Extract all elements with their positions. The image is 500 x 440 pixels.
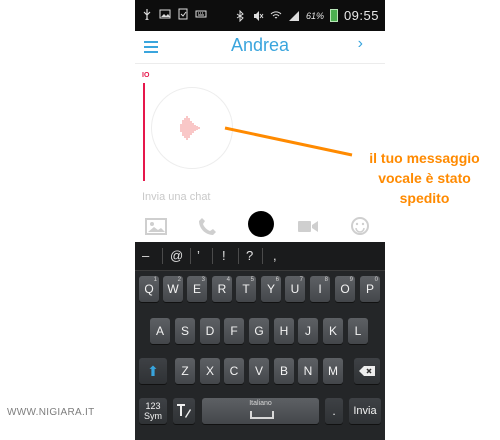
- suggestion-key[interactable]: !: [222, 248, 226, 263]
- status-left-icons: [141, 8, 207, 20]
- video-icon[interactable]: [297, 216, 319, 236]
- suggestion-key[interactable]: ?: [246, 248, 253, 263]
- chat-input[interactable]: Invia una chat: [142, 191, 211, 203]
- keyboard: – @ ’ ! ? , Q1 W2 E3 R4 T5 Y6 U7 I8 O9 P…: [135, 242, 385, 440]
- key[interactable]: E3: [187, 276, 207, 302]
- key[interactable]: Z: [175, 358, 195, 384]
- backspace-icon: [359, 366, 375, 376]
- key[interactable]: C: [224, 358, 244, 384]
- annotation-text: il tuo messaggio vocale è stato spedito: [352, 148, 497, 208]
- bluetooth-icon: [236, 9, 244, 22]
- chat-header: Andrea ›: [135, 31, 385, 64]
- suggestion-key[interactable]: ’: [197, 248, 200, 263]
- image-icon: [159, 9, 171, 19]
- backspace-key[interactable]: [354, 358, 380, 384]
- key[interactable]: Q1: [139, 276, 159, 302]
- symbols-key[interactable]: 123 Sym: [139, 398, 167, 424]
- key[interactable]: T5: [236, 276, 256, 302]
- shift-key[interactable]: ⬆: [139, 358, 167, 384]
- suggestion-key[interactable]: ,: [273, 248, 277, 263]
- key[interactable]: Y6: [261, 276, 281, 302]
- key[interactable]: H: [274, 318, 294, 344]
- mute-icon: [253, 10, 264, 21]
- key[interactable]: D: [200, 318, 220, 344]
- key[interactable]: L: [348, 318, 368, 344]
- send-key[interactable]: Invia: [349, 398, 381, 424]
- phone-icon[interactable]: [197, 216, 219, 236]
- suggestion-bar: – @ ’ ! ? ,: [135, 242, 385, 271]
- handwriting-key[interactable]: [173, 398, 195, 424]
- space-icon: [250, 411, 274, 419]
- site-watermark: WWW.NIGIARA.IT: [7, 407, 95, 418]
- annotation-line-2: vocale è stato: [378, 170, 471, 186]
- key[interactable]: I8: [310, 276, 330, 302]
- key[interactable]: X: [200, 358, 220, 384]
- battery-icon: [329, 9, 338, 22]
- annotation-line-1: il tuo messaggio: [369, 150, 480, 166]
- key[interactable]: R4: [212, 276, 232, 302]
- voice-message-bubble[interactable]: [151, 87, 233, 169]
- wifi-icon: [270, 10, 282, 18]
- status-right-icons: 61% 09:55: [234, 8, 379, 23]
- sender-label: IO: [142, 72, 150, 79]
- sender-bar: [143, 83, 145, 181]
- keyboard-language: Italiano: [249, 400, 272, 407]
- page-title: Andrea: [230, 35, 290, 55]
- space-key[interactable]: Italiano: [202, 398, 319, 424]
- status-bar: 61% 09:55: [135, 0, 385, 31]
- shutter-button[interactable]: [248, 211, 274, 237]
- key[interactable]: J: [298, 318, 318, 344]
- key[interactable]: A: [150, 318, 170, 344]
- text-pen-icon: [177, 404, 191, 418]
- clipboard-icon: [178, 8, 188, 20]
- symbols-key-bottom: Sym: [144, 411, 162, 421]
- waveform-icon: [180, 116, 200, 140]
- battery-percentage: 61%: [305, 10, 324, 21]
- signal-icon: [288, 10, 299, 21]
- key[interactable]: M: [323, 358, 343, 384]
- emoji-icon[interactable]: [349, 216, 371, 236]
- key[interactable]: N: [298, 358, 318, 384]
- key[interactable]: K: [323, 318, 343, 344]
- suggestion-key[interactable]: –: [142, 248, 149, 263]
- key[interactable]: G: [249, 318, 269, 344]
- period-key[interactable]: .: [325, 398, 343, 424]
- keyboard-status-icon: [195, 10, 207, 18]
- key[interactable]: O9: [335, 276, 355, 302]
- symbols-key-top: 123: [145, 401, 161, 411]
- key[interactable]: S: [175, 318, 195, 344]
- key[interactable]: V: [249, 358, 269, 384]
- key[interactable]: U7: [285, 276, 305, 302]
- phone-screen: 61% 09:55 Andrea › IO Invia una chat – @…: [135, 0, 385, 440]
- suggestion-key[interactable]: @: [170, 248, 183, 263]
- chevron-right-icon[interactable]: ›: [358, 35, 363, 53]
- chat-toolbar: [135, 208, 385, 242]
- key[interactable]: F: [224, 318, 244, 344]
- key[interactable]: B: [274, 358, 294, 384]
- camera-icon[interactable]: [145, 216, 167, 236]
- key[interactable]: W2: [163, 276, 183, 302]
- key[interactable]: P0: [360, 276, 380, 302]
- annotation-line-3: spedito: [399, 190, 450, 206]
- clock: 09:55: [343, 8, 379, 23]
- usb-icon: [143, 9, 151, 20]
